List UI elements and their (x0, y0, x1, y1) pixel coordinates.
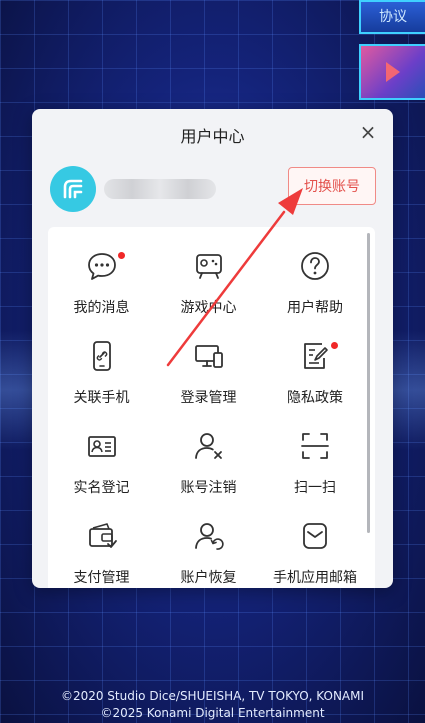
menu-item-account-restore[interactable]: 账户恢复 (155, 515, 262, 588)
menu-label: 手机应用邮箱 (273, 570, 357, 586)
menu-item-mail[interactable]: 手机应用邮箱 (262, 515, 368, 588)
scan-icon (298, 429, 332, 463)
menu-item-scan[interactable]: 扫一扫 (262, 425, 368, 515)
gamepad-icon (192, 249, 226, 283)
user-remove-icon (192, 429, 226, 463)
user-center-modal: 用户中心 × 切换账号 我的消息 游戏中心 用户帮助 关联手机 登录管理 隐私政… (32, 109, 393, 588)
help-icon (298, 249, 332, 283)
menu-item-help[interactable]: 用户帮助 (262, 245, 368, 335)
menu-item-payment[interactable]: 支付管理 (48, 515, 155, 588)
mail-icon (298, 519, 332, 553)
username-blurred (104, 179, 216, 199)
copyright-line-2: ©2025 Konami Digital Entertainment (100, 706, 325, 720)
wallet-icon (85, 519, 119, 553)
brand-logo-icon (63, 179, 83, 199)
close-button[interactable]: × (355, 119, 381, 145)
modal-title: 用户中心 (180, 127, 245, 146)
protocol-label: 协议 (379, 9, 407, 25)
menu-label: 我的消息 (73, 300, 130, 316)
menu-label: 实名登记 (73, 480, 130, 496)
menu-label: 支付管理 (73, 570, 130, 586)
menu-label: 游戏中心 (180, 300, 237, 316)
menu-label: 账号注销 (180, 480, 237, 496)
menu-item-messages[interactable]: 我的消息 (48, 245, 155, 335)
devices-icon (192, 339, 226, 373)
badge-dot (117, 252, 125, 259)
menu-item-cancel-account[interactable]: 账号注销 (155, 425, 262, 515)
badge-dot (331, 342, 338, 349)
phone-link-icon (85, 339, 119, 373)
menu-label: 隐私政策 (287, 390, 343, 406)
avatar (50, 166, 96, 212)
policy-icon (298, 339, 338, 373)
menu-item-game-center[interactable]: 游戏中心 (155, 245, 262, 335)
menu-label: 登录管理 (180, 390, 237, 406)
menu-item-login-management[interactable]: 登录管理 (155, 335, 262, 425)
menu-grid: 我的消息 游戏中心 用户帮助 关联手机 登录管理 隐私政策 实名登记 账号注销 … (48, 245, 368, 588)
menu-label: 账户恢复 (180, 570, 237, 586)
copyright-footer: ©2020 Studio Dice/SHUEISHA, TV TOKYO, KO… (0, 688, 425, 722)
message-icon (85, 249, 125, 283)
menu-label: 用户帮助 (287, 300, 343, 316)
protocol-button[interactable]: 协议 (359, 0, 425, 34)
menu-item-real-name[interactable]: 实名登记 (48, 425, 155, 515)
id-card-icon (85, 429, 119, 463)
copyright-line-1: ©2020 Studio Dice/SHUEISHA, TV TOKYO, KO… (60, 689, 365, 703)
menu-label: 关联手机 (73, 390, 130, 406)
user-restore-icon (192, 519, 226, 553)
menu-label: 扫一扫 (294, 480, 336, 496)
switch-account-button[interactable]: 切换账号 (288, 167, 376, 205)
menu-card: 我的消息 游戏中心 用户帮助 关联手机 登录管理 隐私政策 实名登记 账号注销 … (48, 227, 375, 588)
menu-item-privacy-policy[interactable]: 隐私政策 (262, 335, 368, 425)
play-icon (386, 62, 400, 82)
menu-item-link-phone[interactable]: 关联手机 (48, 335, 155, 425)
promo-thumbnail[interactable] (359, 44, 425, 100)
